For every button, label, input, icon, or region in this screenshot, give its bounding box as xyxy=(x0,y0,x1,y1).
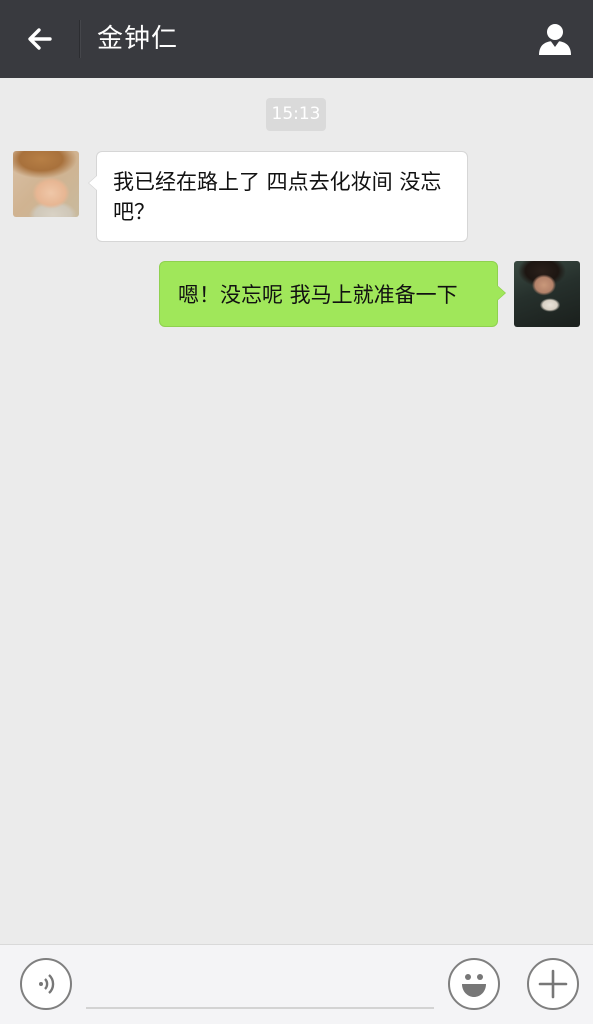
contact-info-button[interactable] xyxy=(529,17,581,61)
more-options-button[interactable] xyxy=(527,958,579,1010)
person-icon xyxy=(539,24,571,55)
chat-screen: 金钟仁 15:13 我已经在路上了 四点去化妆间 没忘吧？ 嗯！没忘呢 我马上就… xyxy=(0,0,593,1024)
voice-icon xyxy=(39,974,55,994)
my-avatar[interactable] xyxy=(514,261,580,327)
message-input[interactable] xyxy=(86,959,434,1009)
chat-title: 金钟仁 xyxy=(97,24,179,54)
emoji-button[interactable] xyxy=(448,958,500,1010)
voice-button[interactable] xyxy=(20,958,72,1010)
message-timestamp: 15:13 xyxy=(266,98,326,131)
incoming-message-bubble[interactable]: 我已经在路上了 四点去化妆间 没忘吧？ xyxy=(88,151,468,242)
chat-header: 金钟仁 xyxy=(0,0,593,78)
plus-icon xyxy=(538,969,568,999)
contact-avatar[interactable] xyxy=(13,151,79,217)
arrow-left-icon xyxy=(28,28,52,50)
back-button[interactable] xyxy=(14,17,66,61)
incoming-message-text: 我已经在路上了 四点去化妆间 没忘吧？ xyxy=(113,170,442,224)
smiley-icon xyxy=(462,974,486,997)
header-divider xyxy=(79,20,80,58)
message-list[interactable]: 15:13 我已经在路上了 四点去化妆间 没忘吧？ 嗯！没忘呢 我马上就准备一下 xyxy=(0,78,593,944)
outgoing-message-text: 嗯！没忘呢 我马上就准备一下 xyxy=(178,283,458,307)
outgoing-message-bubble[interactable]: 嗯！没忘呢 我马上就准备一下 xyxy=(159,261,506,327)
message-input-bar xyxy=(0,944,593,1024)
